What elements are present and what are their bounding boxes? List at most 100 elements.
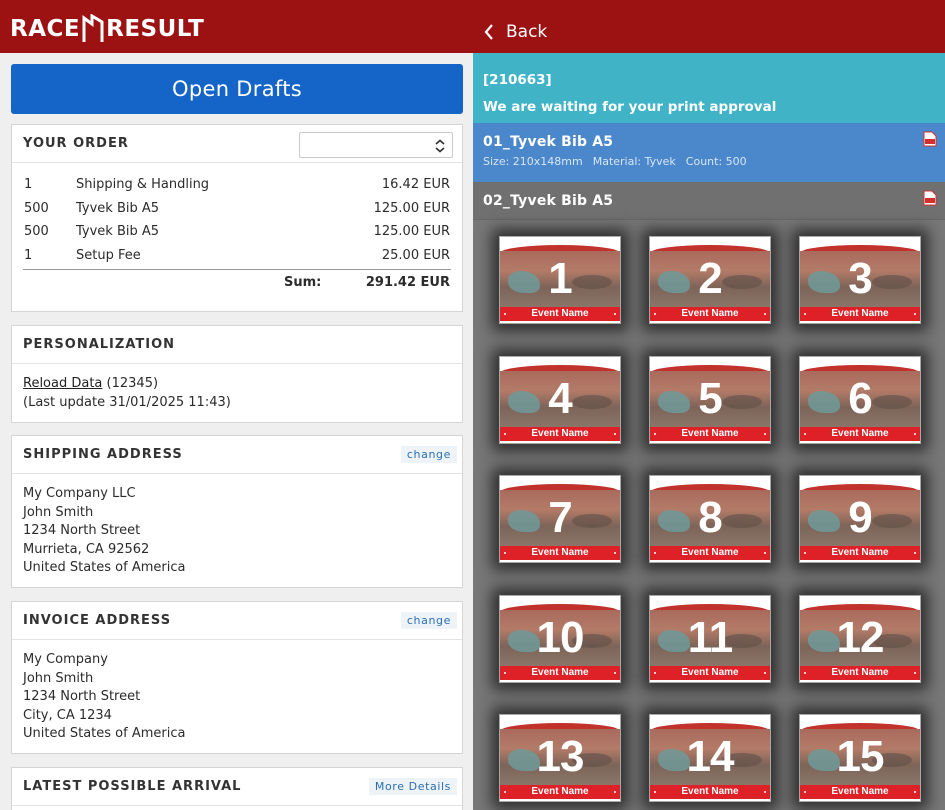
- logo-text-race: RACE: [10, 16, 81, 42]
- bib-foot: [500, 799, 620, 801]
- bib-preview[interactable]: 3 Event Name: [799, 236, 921, 324]
- bib-preview[interactable]: 1 Event Name: [499, 236, 621, 324]
- bib-number: 9: [848, 493, 872, 542]
- draft-material: Material: Tyvek: [592, 155, 676, 168]
- bib-number: 4: [548, 374, 572, 423]
- draft-meta: Size: 210x148mm Material: Tyvek Count: 500: [483, 155, 935, 168]
- bib-preview[interactable]: 14 Event Name: [649, 714, 771, 802]
- bib-preview[interactable]: 7 Event Name: [499, 475, 621, 563]
- bib-number: 10: [536, 613, 585, 662]
- bib-foot: [500, 321, 620, 323]
- order-sum-row: Sum: 291.42 EUR: [23, 275, 451, 295]
- bib-number: 6: [848, 374, 872, 423]
- shipping-change-button[interactable]: change: [400, 446, 457, 463]
- bib-foot: [800, 321, 920, 323]
- order-select[interactable]: [299, 132, 453, 158]
- shipping-header: SHIPPING ADDRESS change: [12, 436, 462, 474]
- sum-label: Sum:: [284, 275, 322, 290]
- reload-data-link[interactable]: Reload Data: [23, 376, 102, 391]
- bib-top: [650, 596, 770, 612]
- invoice-heading: INVOICE ADDRESS: [23, 613, 172, 628]
- bib-preview[interactable]: 5 Event Name: [649, 356, 771, 444]
- bib-foot: [500, 441, 620, 443]
- pdf-icon[interactable]: [922, 131, 938, 147]
- address-line: John Smith: [23, 670, 94, 686]
- open-drafts-button[interactable]: Open Drafts: [11, 64, 463, 114]
- invoice-change-button[interactable]: change: [400, 612, 457, 629]
- draft-item-2[interactable]: 02_Tyvek Bib A5: [473, 182, 945, 220]
- bib-top: [650, 357, 770, 373]
- bib-number: 14: [686, 732, 735, 781]
- bib-event-name: Event Name: [500, 666, 620, 680]
- order-qty: 1: [24, 247, 33, 263]
- bib-preview[interactable]: 12 Event Name: [799, 595, 921, 683]
- pdf-icon[interactable]: [922, 190, 938, 206]
- race-result-logo[interactable]: RACE RESULT: [10, 14, 204, 44]
- bib-foot: [800, 560, 920, 562]
- personalization-header: PERSONALIZATION: [12, 326, 462, 364]
- bib-foot: [650, 321, 770, 323]
- draft-item-1[interactable]: 01_Tyvek Bib A5 Size: 210x148mm Material:…: [473, 123, 945, 182]
- bib-preview[interactable]: 8 Event Name: [649, 475, 771, 563]
- header-bar: RACE RESULT: [0, 0, 473, 53]
- bib-event-name: Event Name: [800, 427, 920, 441]
- sum-value: 291.42 EUR: [365, 275, 450, 290]
- draft-preview-panel: Back [210663] We are waiting for your pr…: [473, 0, 945, 810]
- bib-event-name: Event Name: [650, 307, 770, 321]
- invoice-address-card: INVOICE ADDRESS change My Company John S…: [11, 601, 463, 754]
- order-line: 1 Setup Fee 25.00 EUR: [23, 248, 451, 272]
- bib-preview[interactable]: 10 Event Name: [499, 595, 621, 683]
- invoice-header: INVOICE ADDRESS change: [12, 602, 462, 640]
- bib-preview[interactable]: 2 Event Name: [649, 236, 771, 324]
- bib-preview-grid: 1 Event Name 2 Event Name 3 Event Name 4 Event …: [473, 220, 945, 810]
- bib-event-name: Event Name: [800, 666, 920, 680]
- address-line: United States of America: [23, 560, 186, 575]
- shipping-address-card: SHIPPING ADDRESS change My Company LLC J…: [11, 435, 463, 588]
- approval-banner: [210663] We are waiting for your print a…: [473, 53, 945, 123]
- order-price: 125.00 EUR: [373, 200, 450, 216]
- order-line: 500 Tyvek Bib A5 125.00 EUR: [23, 224, 451, 248]
- bib-preview[interactable]: 4 Event Name: [499, 356, 621, 444]
- personalization-heading: PERSONALIZATION: [23, 337, 176, 352]
- address-line: United States of America: [23, 726, 186, 741]
- bib-preview[interactable]: 13 Event Name: [499, 714, 621, 802]
- draft-title: 01_Tyvek Bib A5: [483, 134, 614, 150]
- arrival-heading: LATEST POSSIBLE ARRIVAL: [23, 779, 242, 794]
- bib-number: 2: [698, 254, 722, 303]
- arrival-header: LATEST POSSIBLE ARRIVAL More Details: [12, 768, 462, 806]
- bib-top: [500, 357, 620, 373]
- bib-preview[interactable]: 15 Event Name: [799, 714, 921, 802]
- personalization-card: PERSONALIZATION Reload Data (12345) (Las…: [11, 325, 463, 423]
- bib-number: 13: [536, 732, 585, 781]
- bib-foot: [500, 560, 620, 562]
- bib-foot: [650, 560, 770, 562]
- logo-mark-icon: [82, 14, 104, 42]
- address-line: City, CA 1234: [23, 707, 112, 723]
- order-price: 16.42 EUR: [381, 177, 450, 192]
- bib-top: [800, 237, 920, 253]
- shipping-address-lines: My Company LLC John Smith 1234 North Str…: [12, 474, 462, 588]
- bib-preview[interactable]: 6 Event Name: [799, 356, 921, 444]
- bib-top: [650, 476, 770, 492]
- bib-top: [500, 237, 620, 253]
- more-details-button[interactable]: More Details: [368, 778, 457, 795]
- order-qty: 500: [24, 224, 49, 239]
- bib-foot: [650, 441, 770, 443]
- bib-preview[interactable]: 9 Event Name: [799, 475, 921, 563]
- bib-foot: [650, 799, 770, 801]
- order-qty: 1: [24, 177, 33, 192]
- bib-event-name: Event Name: [650, 666, 770, 680]
- bib-number: 8: [698, 493, 722, 542]
- bib-preview[interactable]: 11 Event Name: [649, 595, 771, 683]
- approval-message: We are waiting for your print approval: [483, 99, 777, 115]
- latest-arrival-card: LATEST POSSIBLE ARRIVAL More Details: [11, 767, 463, 810]
- order-item: Tyvek Bib A5: [76, 224, 160, 239]
- bib-event-name: Event Name: [650, 427, 770, 441]
- bib-event-name: Event Name: [500, 427, 620, 441]
- bib-top: [800, 715, 920, 731]
- bib-top: [650, 237, 770, 253]
- bib-foot: [800, 441, 920, 443]
- back-button[interactable]: Back: [484, 22, 547, 42]
- bib-foot: [500, 680, 620, 682]
- bib-top: [500, 715, 620, 731]
